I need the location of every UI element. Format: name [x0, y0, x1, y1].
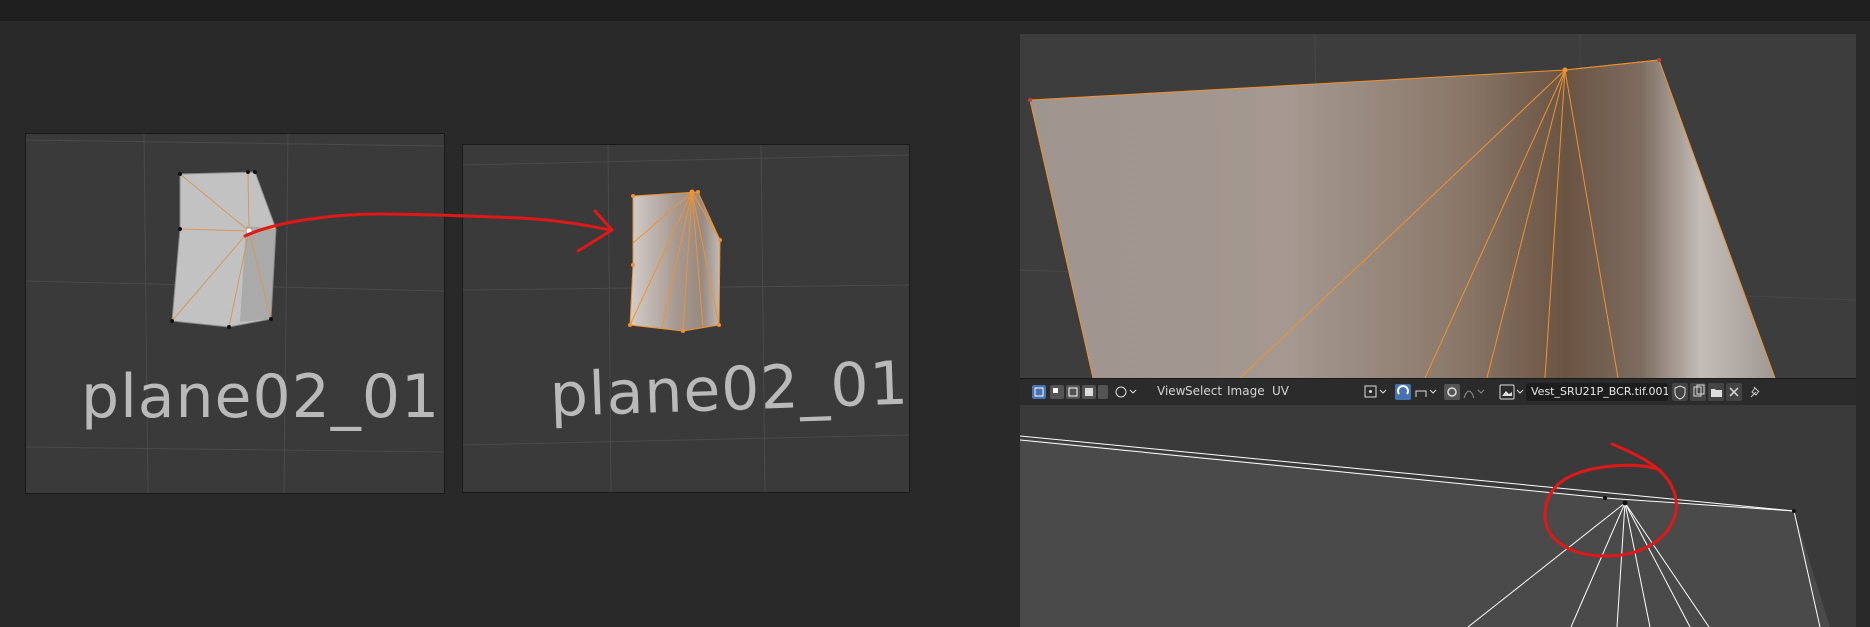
falloff-icon[interactable]: [1463, 389, 1485, 399]
snap-target-icon[interactable]: [1415, 389, 1437, 397]
object-label-before: plane02_01: [81, 362, 441, 432]
mesh-after[interactable]: [628, 189, 722, 334]
viewport-before[interactable]: plane02_01: [25, 133, 445, 494]
sticky-mode-icon[interactable]: [1115, 386, 1137, 398]
edge-select-icon[interactable]: [1066, 385, 1080, 399]
vertex-select-icon[interactable]: [1050, 385, 1064, 399]
top-bar: [0, 0, 1870, 21]
menu-view[interactable]: View: [1157, 384, 1185, 398]
menu-image[interactable]: Image: [1227, 384, 1265, 398]
closeup-render: [1020, 34, 1856, 378]
uv-editor-header: View Select Image UV Vest_SRU21P_BCR.tif…: [1020, 378, 1856, 406]
open-image-folder-icon[interactable]: [1708, 383, 1724, 401]
uv-map: [1020, 435, 1830, 627]
island-select-icon[interactable]: [1098, 385, 1108, 399]
image-browse-icon[interactable]: [1499, 384, 1524, 400]
viewport-closeup[interactable]: [1020, 34, 1856, 378]
sync-selection-icon[interactable]: [1032, 385, 1046, 399]
object-label-after: plane02_01: [548, 348, 910, 431]
closeup-mesh[interactable]: [1028, 58, 1776, 378]
image-name-field[interactable]: Vest_SRU21P_BCR.tif.001: [1526, 383, 1668, 401]
selected-vertex[interactable]: [246, 228, 252, 234]
face-select-icon[interactable]: [1082, 385, 1096, 399]
snap-icon[interactable]: [1395, 384, 1411, 400]
viewport-after-grid: [463, 145, 909, 492]
unlink-image-icon[interactable]: [1726, 383, 1742, 401]
duplicate-image-icon[interactable]: [1690, 383, 1706, 401]
uv-header-icons: [1032, 383, 1760, 401]
viewport-before-grid: [26, 134, 444, 493]
mesh-before[interactable]: [170, 170, 277, 329]
pivot-icon[interactable]: [1364, 385, 1387, 398]
proportional-edit-icon[interactable]: [1444, 384, 1460, 400]
menu-select[interactable]: Select: [1185, 384, 1222, 398]
menu-uv[interactable]: UV: [1272, 384, 1289, 398]
uv-editor-canvas[interactable]: [1020, 405, 1856, 627]
pin-icon[interactable]: [1750, 386, 1760, 398]
uv-mesh[interactable]: [1020, 435, 1830, 627]
fake-user-shield-icon[interactable]: [1672, 383, 1688, 401]
viewport-after[interactable]: plane02_01: [462, 144, 910, 493]
